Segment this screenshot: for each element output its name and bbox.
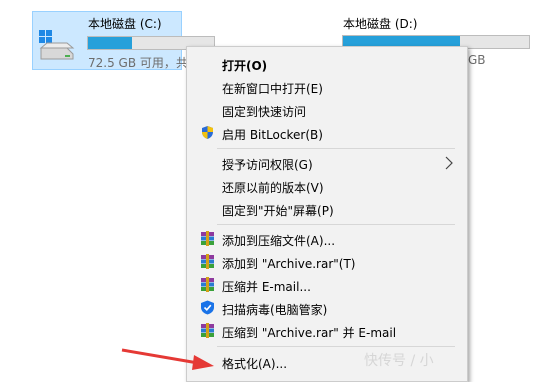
menu-item-label: 压缩并 E-mail... [222,280,311,294]
winrar-icon [201,231,214,246]
menu-item-pin-quick-access[interactable]: 固定到快速访问 [189,99,465,121]
menu-item-label: 压缩到 "Archive.rar" 并 E-mail [222,326,397,340]
menu-separator [217,224,455,225]
drive-d-name: 本地磁盘 (D:) [343,17,418,31]
menu-item-add-to-archive-rar[interactable]: 添加到 "Archive.rar"(T) [189,251,465,273]
menu-item-label: 添加到压缩文件(A)... [222,234,336,248]
winrar-icon [201,277,214,292]
drive-c-tile[interactable]: 本地磁盘 (C:) 72.5 GB 可用，共 [32,11,215,70]
menu-item-label: 授予访问权限(G) [222,158,313,172]
context-menu: 打开(O) 在新窗口中打开(E) 固定到快速访问 启用 BitLocker(B)… [186,46,468,382]
menu-item-pin-start[interactable]: 固定到"开始"屏幕(P) [189,198,465,220]
menu-item-label: 格式化(A)... [222,357,288,371]
menu-item-label: 扫描病毒(电脑管家) [222,303,328,317]
menu-item-grant-access[interactable]: 授予访问权限(G) [189,152,465,174]
watermark-text: 快传号 / 小 [364,353,434,369]
annotation-arrow-icon [121,348,214,370]
drive-d-space-text: GB [468,53,486,67]
menu-item-label: 在新窗口中打开(E) [222,82,323,96]
drive-c-space-text: 72.5 GB 可用，共 [88,56,188,70]
menu-item-scan-virus[interactable]: 扫描病毒(电脑管家) [189,297,465,319]
shield-icon [202,126,213,139]
winrar-icon [201,254,214,269]
drive-c-name: 本地磁盘 (C:) [88,17,162,31]
drive-c-usage-fill [88,37,133,49]
menu-separator [217,148,455,149]
menu-item-add-to-archive[interactable]: 添加到压缩文件(A)... [189,228,465,250]
menu-item-label: 打开(O) [222,59,268,73]
menu-item-compress-email[interactable]: 压缩并 E-mail... [189,274,465,296]
tencent-pc-manager-icon [201,300,214,315]
menu-item-label: 固定到"开始"屏幕(P) [222,204,334,218]
hard-drive-icon [39,30,75,60]
menu-item-restore-versions[interactable]: 还原以前的版本(V) [189,175,465,197]
menu-separator [217,346,455,347]
menu-item-label: 启用 BitLocker(B) [222,128,323,142]
menu-item-compress-to-rar-email[interactable]: 压缩到 "Archive.rar" 并 E-mail [189,320,465,342]
menu-item-label: 添加到 "Archive.rar"(T) [222,257,356,271]
menu-item-bitlocker[interactable]: 启用 BitLocker(B) [189,122,465,144]
menu-item-open[interactable]: 打开(O) [189,53,465,75]
menu-item-label: 固定到快速访问 [222,105,307,119]
chevron-right-icon [445,156,453,170]
winrar-icon [201,323,214,338]
menu-item-label: 还原以前的版本(V) [222,181,324,195]
menu-item-open-new-window[interactable]: 在新窗口中打开(E) [189,76,465,98]
